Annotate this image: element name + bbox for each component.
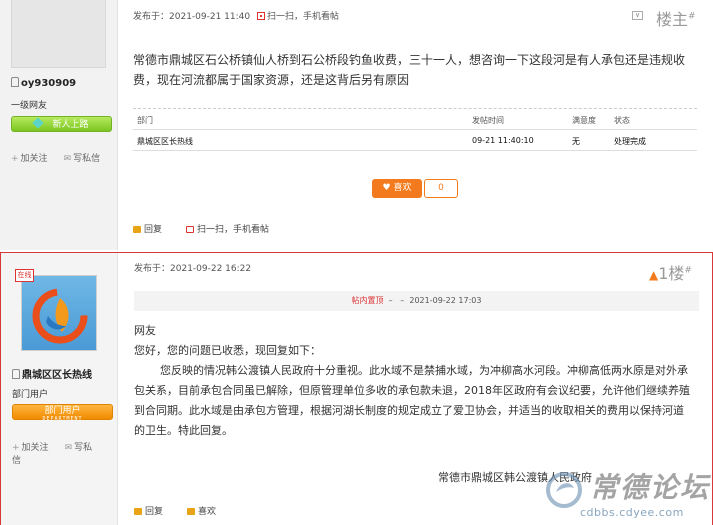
heart-icon: [187, 508, 196, 515]
rank-badge-label: 新人上路: [52, 120, 89, 130]
like-label: 喜欢: [198, 507, 217, 517]
watermark-logo: [546, 472, 582, 508]
floor-label[interactable]: 楼主#: [656, 6, 696, 30]
plus-icon: +: [12, 443, 20, 453]
author-sidebar: oy930909 一级网友 新人上路 + 加关注 ✉ 写私信: [0, 0, 118, 250]
pinned-tag[interactable]: 帖内置顶: [352, 296, 384, 305]
cell-status: 处理完成: [614, 137, 646, 146]
author-actions: + 加关注 ✉ 写私信: [11, 151, 116, 164]
post-meta: 发布于：2021-09-21 11:40 扫一扫，手机看帖: [133, 9, 339, 22]
like-button[interactable]: ♥ 喜欢: [372, 179, 422, 198]
watermark-text: 常德论坛: [590, 471, 711, 504]
rank-badge: 部门用户 DEPARTMENT: [12, 404, 113, 422]
plus-icon: +: [11, 154, 19, 164]
user-group: 一级网友: [11, 101, 48, 111]
pinned-bar: 帖内置顶 – – 2021-09-22 17:03: [134, 291, 699, 311]
watermark: 常德论坛 cdbbs.cdyee.com: [540, 464, 710, 524]
scan-mobile-link[interactable]: 扫一扫，手机看帖: [267, 12, 339, 22]
intro-line: 您好，您的问题已收悉，现回复如下：: [134, 344, 321, 357]
like-label: 喜欢: [393, 183, 412, 193]
reply-body: 您反映的情况韩公渡镇人民政府十分重视。此水域不是禁捕水域，为冲柳高水河段。冲柳高…: [134, 364, 690, 437]
table-row: 鼎城区区长热线 09-21 11:40:10 无 处理完成: [133, 130, 697, 151]
qrcode-icon: [186, 226, 195, 233]
floor-text: 1楼: [658, 264, 685, 283]
header-post-time: 发帖时间: [472, 116, 504, 125]
author-sidebar: 在线 鼎城区区长热线 部门用户 部门用户 DEPARTMENT + 加关注 ✉ 写私信: [1, 253, 118, 525]
user-icon: [11, 77, 19, 87]
like-count: 0: [424, 179, 458, 198]
floor-text: 楼主: [656, 10, 689, 29]
post-footer: 回复 喜欢: [134, 504, 240, 517]
user-group: 部门用户: [12, 390, 49, 400]
rank-badge: 新人上路: [11, 116, 112, 132]
author-name[interactable]: oy930909: [11, 77, 76, 89]
cell-post-time: 09-21 11:40:10: [472, 136, 534, 145]
posted-time: 2021-09-21 11:40: [169, 12, 251, 22]
reply-label: 回复: [144, 225, 163, 235]
message-label: 写私信: [73, 154, 101, 164]
follow-label: 加关注: [21, 443, 49, 453]
collapse-icon[interactable]: ∨: [632, 11, 643, 20]
reply-button[interactable]: 回复: [134, 507, 175, 517]
watermark-url: cdbbs.cdyee.com: [580, 506, 684, 519]
qrcode-icon: [257, 12, 265, 20]
rank-badge-sub: DEPARTMENT: [42, 416, 83, 422]
reply-label: 回复: [145, 507, 164, 517]
cell-satisfaction: 无: [572, 137, 580, 146]
user-icon: [12, 369, 20, 379]
author-actions: + 加关注 ✉ 写私信: [12, 440, 117, 466]
post-floor-op: oy930909 一级网友 新人上路 + 加关注 ✉ 写私信 发布于：2021-09-…: [0, 0, 713, 250]
author-name-text[interactable]: 鼎城区区长热线: [22, 370, 92, 381]
fire-icon: ▲: [649, 268, 659, 282]
follow-label: 加关注: [20, 154, 48, 164]
online-tag: 在线: [15, 269, 34, 282]
table-header: 部门 发帖时间 满意度 状态: [133, 109, 697, 130]
avatar[interactable]: [11, 0, 106, 68]
post-meta: 发布于：2021-09-22 16:22: [134, 261, 251, 274]
author-name-text[interactable]: oy930909: [21, 78, 76, 89]
floor-label[interactable]: ▲1楼#: [649, 260, 692, 284]
author-name[interactable]: 鼎城区区长热线: [12, 366, 92, 381]
status-table: 部门 发帖时间 满意度 状态 鼎城区区长热线 09-21 11:40:10 无 …: [133, 108, 697, 151]
like-link[interactable]: 喜欢: [187, 507, 228, 517]
reply-button[interactable]: 回复: [133, 225, 174, 235]
floor-symbol: #: [688, 11, 696, 22]
message-button[interactable]: ✉ 写私信: [64, 154, 109, 164]
scan-mobile-footer[interactable]: 扫一扫，手机看帖: [186, 225, 281, 235]
header-satisfaction: 满意度: [572, 116, 596, 125]
header-department: 部门: [137, 116, 153, 125]
department-logo: [32, 288, 88, 344]
pinned-dash: –: [388, 296, 393, 305]
posted-time: 2021-09-22 16:22: [170, 264, 252, 274]
heart-icon: ♥: [382, 183, 391, 193]
mail-icon: ✉: [64, 443, 73, 453]
follow-button[interactable]: + 加关注: [12, 443, 57, 453]
scan-footer-label: 扫一扫，手机看帖: [197, 225, 270, 235]
reply-icon: [134, 508, 142, 515]
greeting: 网友: [134, 324, 156, 337]
avatar[interactable]: [21, 275, 97, 351]
pinned-dash: –: [400, 296, 405, 305]
mail-icon: ✉: [63, 154, 72, 164]
pinned-time: 2021-09-22 17:03: [409, 296, 482, 305]
posted-label: 发布于：: [134, 264, 171, 274]
reply-icon: [133, 226, 141, 233]
gem-icon: [32, 117, 45, 129]
post-footer: 回复 扫一扫，手机看帖: [133, 222, 293, 235]
follow-button[interactable]: + 加关注: [11, 154, 56, 164]
rank-badge-label: 部门用户: [44, 406, 81, 416]
cell-department[interactable]: 鼎城区区长热线: [137, 136, 193, 147]
posted-label: 发布于：: [133, 12, 170, 22]
post-content: 常德市鼎城区石公桥镇仙人桥到石公桥段钓鱼收费，三十一人，想咨询一下这段河是有人承…: [133, 53, 686, 87]
post-content: 网友 您好，您的问题已收悉，现回复如下： 您反映的情况韩公渡镇人民政府十分重视。…: [134, 321, 694, 441]
floor-symbol: #: [684, 265, 692, 276]
header-status: 状态: [614, 116, 630, 125]
